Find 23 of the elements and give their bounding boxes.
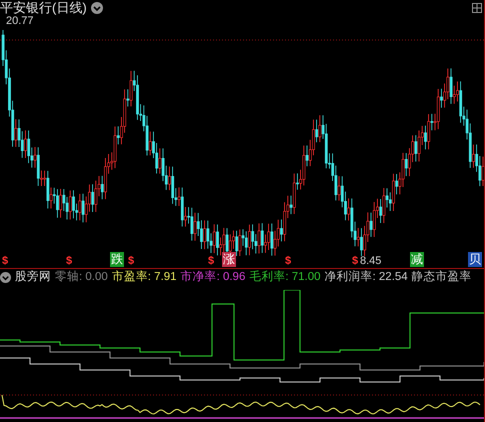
- indicator-value: 市净率: 0.96: [180, 270, 246, 284]
- signal-badge: 涨: [222, 252, 236, 267]
- low-price-label: 8.45: [360, 255, 382, 268]
- chart-title: 平安银行(日线): [0, 0, 87, 16]
- dollar-marker: $: [352, 255, 358, 268]
- dollar-marker: $: [2, 255, 8, 268]
- dollar-marker: $: [208, 255, 214, 268]
- dollar-marker: $: [128, 255, 134, 268]
- signal-badge: 贝: [468, 252, 482, 267]
- dollar-marker: $: [66, 255, 72, 268]
- indicator-value: 零轴: 0.00: [55, 270, 108, 284]
- indicator-value: 市盈率: 7.91: [112, 270, 177, 284]
- high-price-label: 20.77: [6, 15, 34, 28]
- indicator-value: 净利润率: 22.54: [324, 270, 408, 284]
- chevron-down-icon[interactable]: [90, 2, 103, 14]
- indicator-value: 静态市盈率: [412, 270, 472, 284]
- indicator-name: 股旁网: [15, 270, 51, 284]
- indicator-value: 毛利率: 71.00: [249, 270, 321, 284]
- signal-badge: 跌: [110, 252, 124, 267]
- signal-badge: 减: [410, 252, 424, 267]
- chevron-down-icon[interactable]: [0, 272, 11, 282]
- dollar-marker: $: [285, 255, 292, 268]
- layout-icon[interactable]: [472, 3, 482, 13]
